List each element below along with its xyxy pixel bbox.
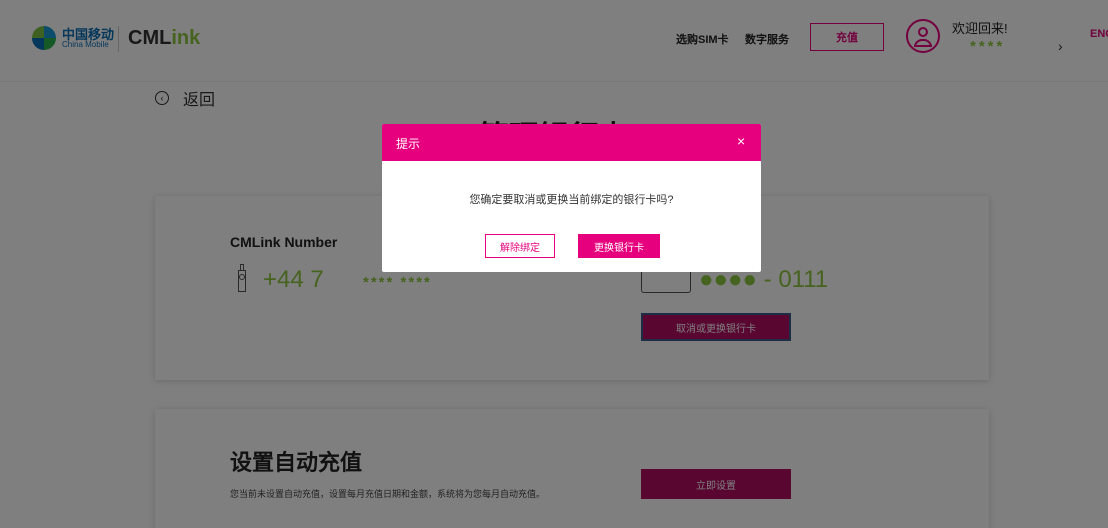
change-card-button[interactable]: 更换银行卡 (578, 234, 660, 258)
confirm-dialog: 提示 × 您确定要取消或更换当前绑定的银行卡吗? 解除绑定 更换银行卡 (382, 124, 761, 272)
unbind-button[interactable]: 解除绑定 (485, 234, 555, 258)
dialog-message: 您确定要取消或更换当前绑定的银行卡吗? (469, 194, 674, 206)
dialog-title: 提示 (396, 137, 421, 151)
dialog-header: 提示 × (382, 124, 761, 161)
close-icon[interactable]: × (737, 133, 745, 149)
